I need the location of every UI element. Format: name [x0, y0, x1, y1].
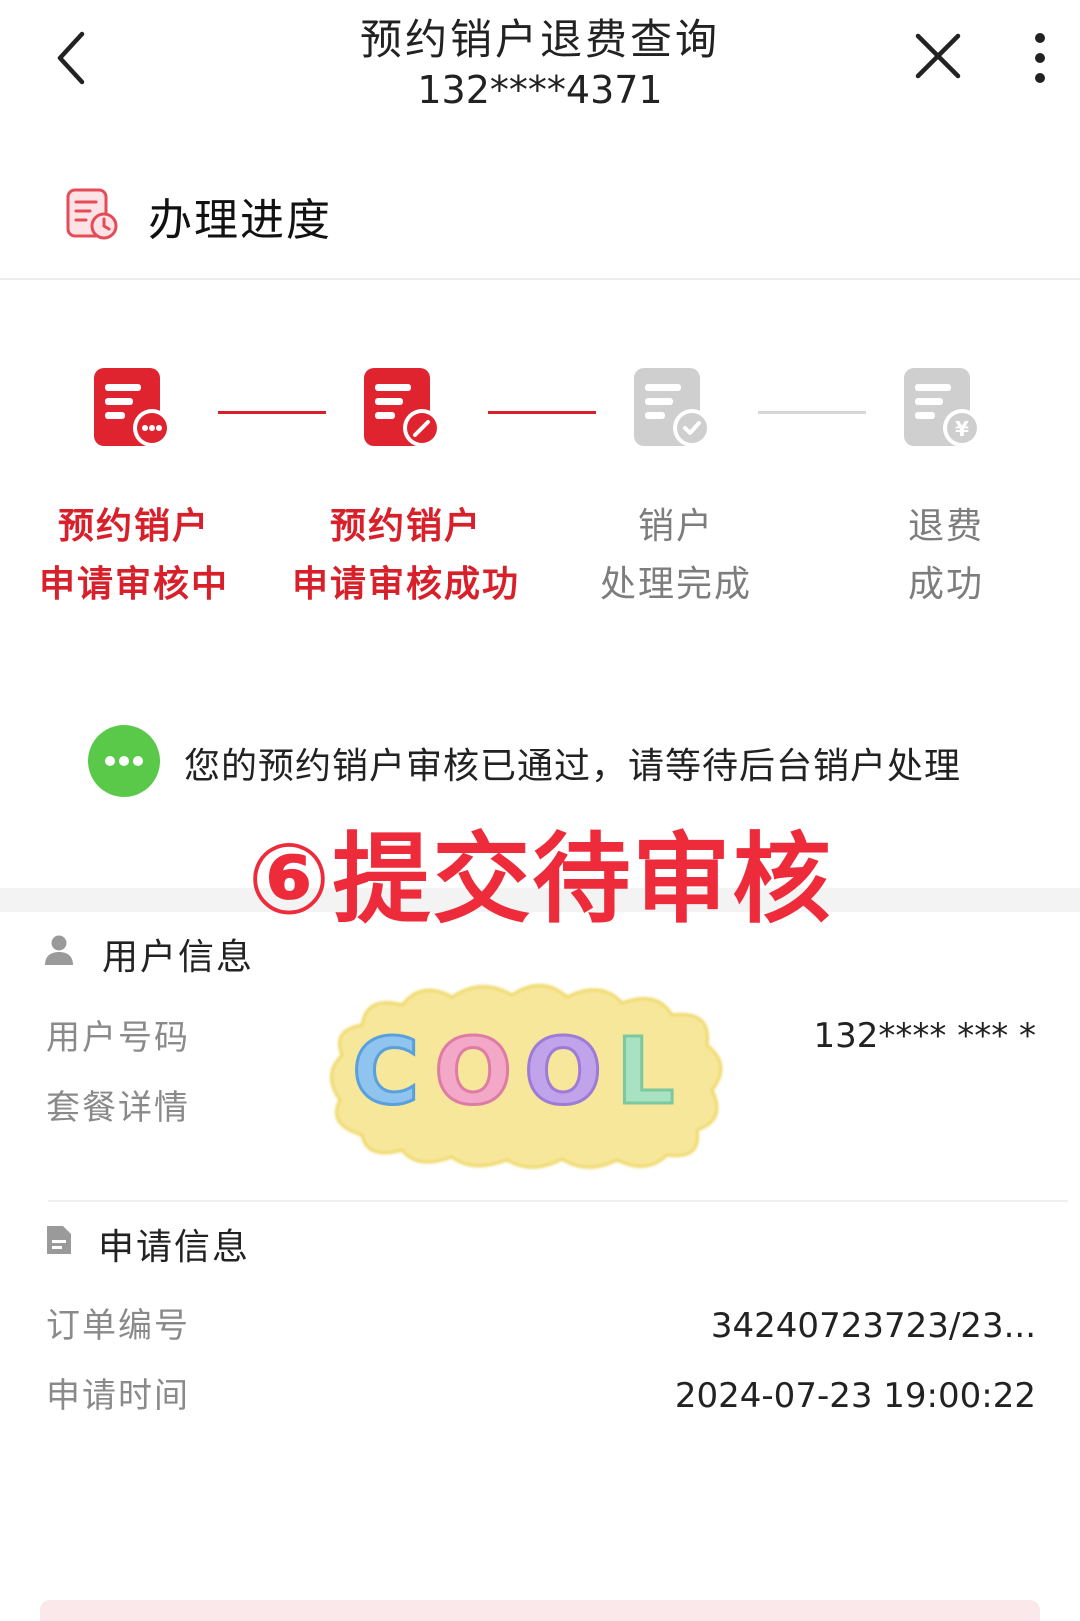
sticker-letter-o2: O — [524, 1018, 602, 1125]
step-label-refund-success: 退费 成功 — [907, 506, 984, 605]
cool-sticker-image: C O O L — [330, 984, 723, 1169]
step-connector — [218, 411, 326, 414]
user-icon — [45, 935, 73, 965]
step-label-pending: 预约销户 申请审核中 — [38, 506, 229, 605]
sticker-letter-l: L — [616, 1018, 675, 1125]
application-time-value: 2024-07-23 19:00:22 — [674, 1376, 1036, 1416]
progress-section-title: 办理进度 — [148, 195, 332, 246]
sticker-letter-o1: O — [434, 1018, 512, 1125]
step-connector — [488, 411, 596, 414]
document-icon — [47, 1226, 71, 1254]
order-number-label: 订单编号 — [46, 1306, 190, 1346]
step-approved-icon — [364, 368, 441, 447]
divider — [48, 1200, 1068, 1202]
app-header: 预约销户退费查询 132****4371 — [0, 0, 1080, 130]
plan-details-label: 套餐详情 — [46, 1088, 190, 1128]
application-info-title: 申请信息 — [98, 1227, 251, 1268]
chat-bubble-icon — [88, 725, 160, 797]
application-time-label: 申请时间 — [46, 1376, 190, 1416]
sticker-letter-c: C — [352, 1018, 420, 1125]
status-message-row: 您的预约销户审核已通过，请等待后台销户处理 — [88, 725, 1068, 801]
progress-section-header: 办理进度 — [0, 160, 1080, 280]
step-label-cancellation-done: 销户 处理完成 — [599, 506, 752, 605]
phone-number-label: 用户号码 — [46, 1018, 190, 1058]
step-label-approved: 预约销户 申请审核成功 — [291, 506, 520, 605]
phone-number-value: 132**** *** * — [813, 1016, 1036, 1056]
step-refund-success-icon: ¥ — [904, 368, 981, 447]
step-connector — [758, 411, 866, 414]
bottom-action-bar — [40, 1600, 1040, 1621]
user-info-title: 用户信息 — [102, 937, 255, 978]
more-menu-icon[interactable] — [1030, 30, 1050, 90]
divider — [0, 278, 1080, 280]
svg-text:¥: ¥ — [955, 417, 969, 441]
step-pending-review-icon — [94, 368, 171, 447]
close-icon[interactable] — [912, 30, 964, 82]
order-number-value: 34240723723/23... — [710, 1306, 1036, 1346]
step-cancellation-done-icon — [634, 368, 711, 447]
overlay-caption: ⑥提交待审核 — [247, 823, 833, 937]
status-message: 您的预约销户审核已通过，请等待后台销户处理 — [184, 746, 962, 787]
progress-document-icon — [66, 188, 118, 240]
